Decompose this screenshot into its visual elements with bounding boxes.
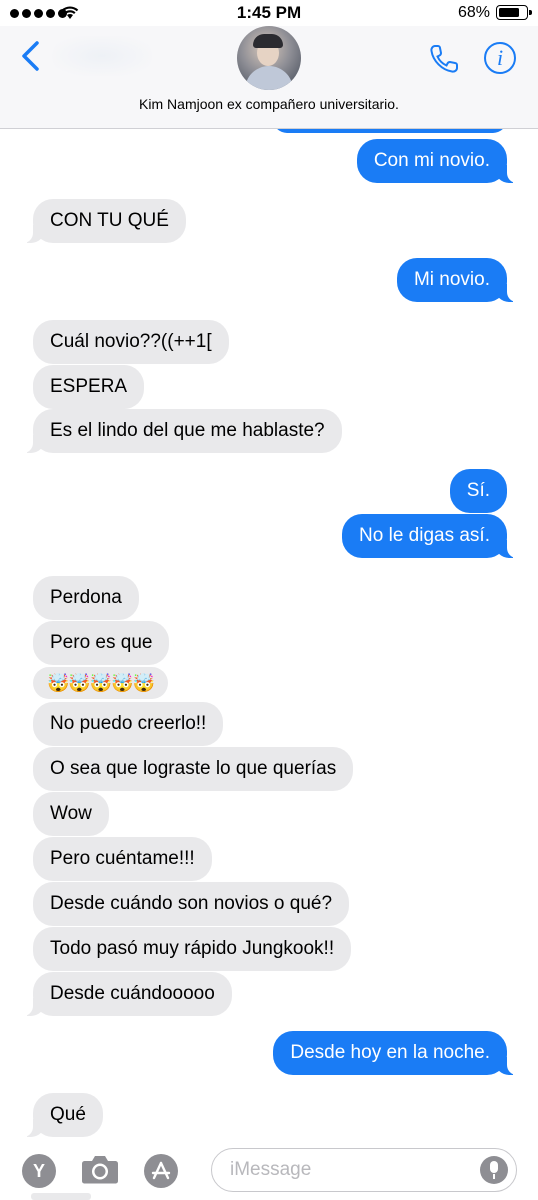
incoming-message[interactable]: Wow xyxy=(33,792,109,836)
incoming-message[interactable]: Desde cuándo son novios o qué? xyxy=(33,882,350,926)
outgoing-message[interactable]: Desde hoy en la noche. xyxy=(273,1031,519,1075)
incoming-message[interactable]: Cuál novio??((++1[ xyxy=(33,320,229,364)
app-drawer-hint xyxy=(31,1193,91,1200)
compose-bar: Y xyxy=(0,1140,538,1200)
outgoing-message[interactable]: Con mi novio. xyxy=(356,139,520,183)
message-thread[interactable]: Con mi novio. CON TU QUÉ Mi novio. Cuál … xyxy=(0,129,538,1140)
message-input[interactable] xyxy=(230,1158,470,1182)
contact-name[interactable]: Kim Namjoon ex compañero universitario. xyxy=(0,96,538,112)
incoming-message[interactable]: Todo pasó muy rápido Jungkook!! xyxy=(33,927,352,971)
incoming-message[interactable]: O sea que lograste lo que querías xyxy=(33,747,354,791)
incoming-emoji-message[interactable]: 🤯🤯🤯🤯🤯 xyxy=(33,667,169,699)
incoming-message[interactable]: Qué xyxy=(21,1093,103,1137)
incoming-message[interactable]: CON TU QUÉ xyxy=(21,199,186,243)
incoming-message[interactable]: Pero cuéntame!!! xyxy=(33,837,212,881)
battery-percentage: 68% xyxy=(457,4,490,21)
app-store-icon[interactable] xyxy=(144,1154,178,1188)
outgoing-message[interactable]: Mi novio. xyxy=(396,258,520,302)
y-app-icon[interactable]: Y xyxy=(22,1154,56,1188)
phone-icon[interactable] xyxy=(427,42,461,76)
incoming-message[interactable]: Desde cuándooooo xyxy=(21,972,232,1016)
incoming-message[interactable]: Es el lindo del que me hablaste? xyxy=(21,409,342,453)
contact-avatar[interactable] xyxy=(237,26,301,90)
partial-outgoing-bubble xyxy=(273,129,507,133)
incoming-message[interactable]: Pero es que xyxy=(33,621,170,665)
info-icon[interactable]: i xyxy=(484,42,516,74)
status-bar: 1:45 PM 68% xyxy=(0,0,538,26)
incoming-message[interactable]: Perdona xyxy=(33,576,139,620)
battery-icon xyxy=(496,5,532,20)
camera-icon[interactable] xyxy=(81,1154,119,1184)
chevron-left-icon[interactable] xyxy=(18,40,44,72)
conversation-header: Kim Namjoon ex compañero universitario. … xyxy=(0,26,538,129)
outgoing-message[interactable]: Sí. xyxy=(449,469,507,513)
incoming-message[interactable]: ESPERA xyxy=(33,365,145,409)
imessage-field[interactable] xyxy=(211,1148,517,1192)
blurred-back-label xyxy=(52,36,152,76)
outgoing-message[interactable]: No le digas así. xyxy=(342,514,519,558)
microphone-icon[interactable] xyxy=(480,1156,508,1184)
incoming-message[interactable]: No puedo creerlo!! xyxy=(33,702,224,746)
